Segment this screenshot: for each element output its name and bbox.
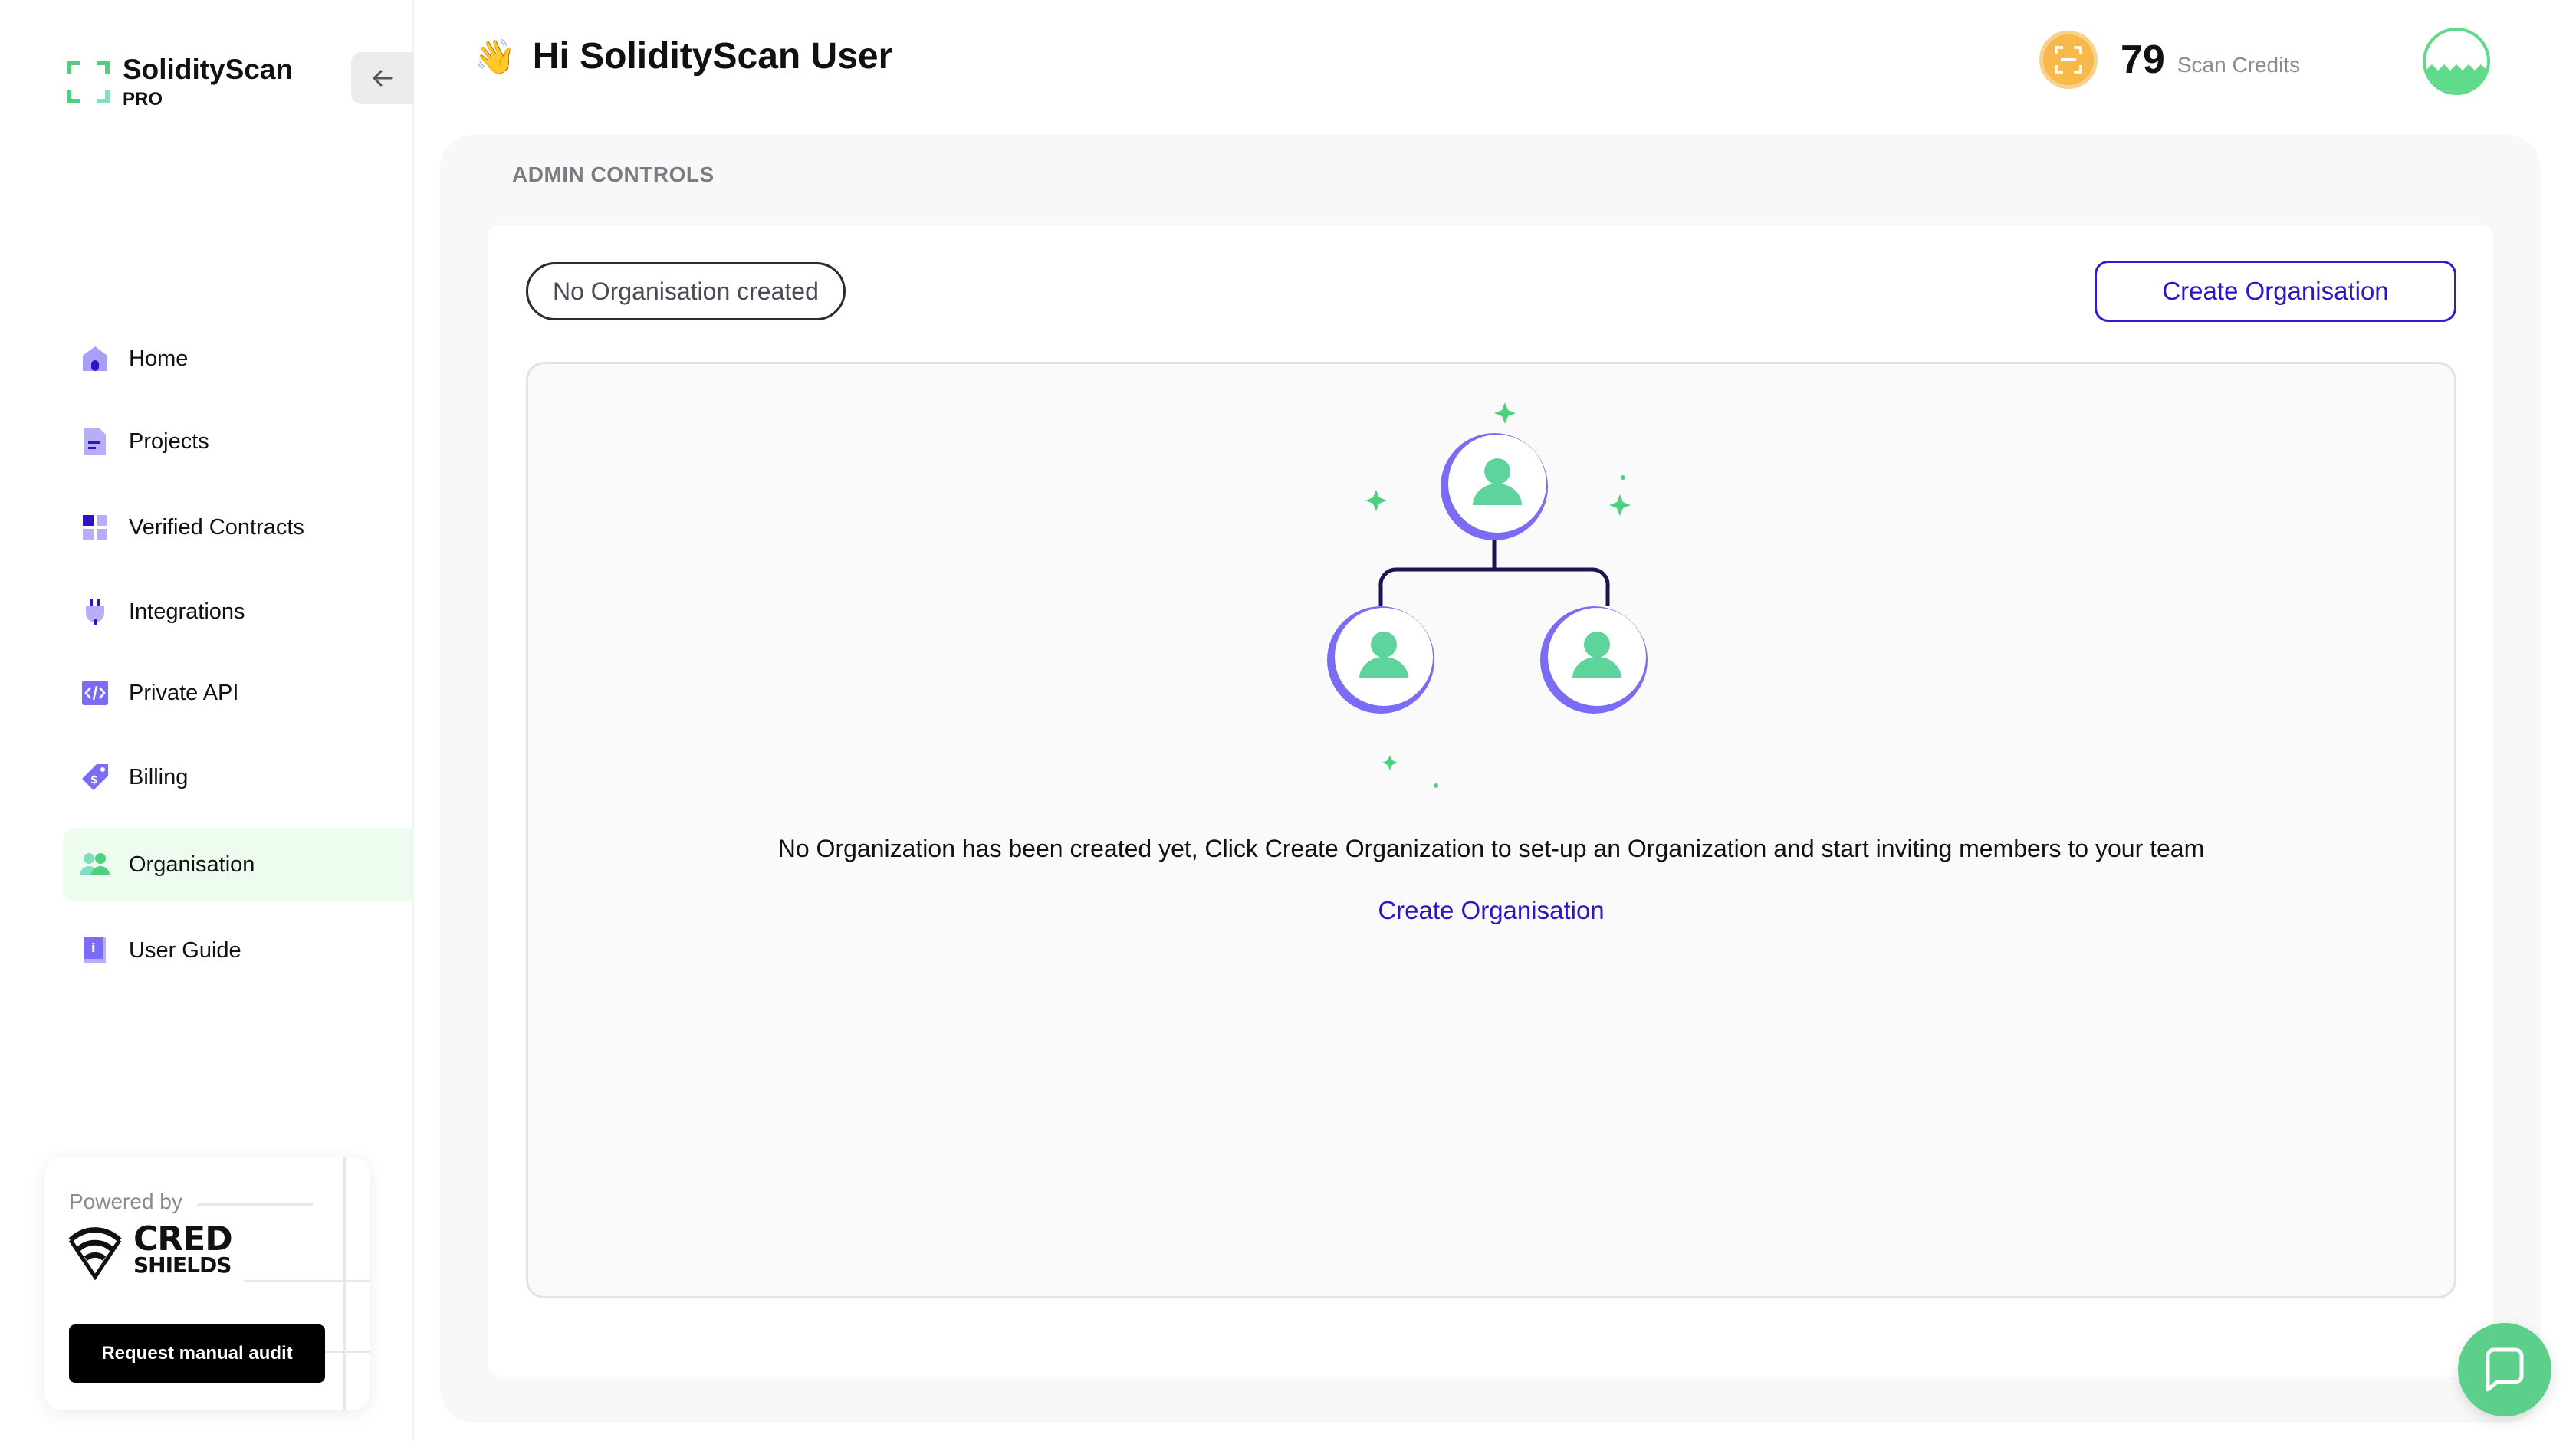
sidebar-item-private-api[interactable]: Private API: [63, 656, 414, 730]
decorative-line: [244, 1280, 370, 1282]
plug-icon: [78, 595, 112, 629]
team-icon: [78, 848, 112, 881]
svg-text:i: i: [91, 940, 95, 955]
shield-wifi-icon: [68, 1227, 122, 1280]
sidebar-item-label: Home: [129, 346, 189, 371]
scan-credits: 79 Scan Credits: [2039, 31, 2300, 89]
brand-title: SolidityScan: [123, 54, 294, 85]
sidebar-item-label: Organisation: [129, 852, 255, 877]
decorative-line: [198, 1203, 313, 1206]
organisation-status-badge: No Organisation created: [526, 262, 846, 320]
credshields-wordmark-line2: SHIELDS: [133, 1252, 232, 1278]
sidebar-item-billing[interactable]: $ Billing: [63, 740, 414, 814]
empty-state: No Organization has been created yet, Cl…: [526, 362, 2456, 1298]
credshields-logo: CRED SHIELDS: [67, 1219, 233, 1280]
brand-plan: PRO: [123, 89, 163, 110]
greeting-header: 👋 Hi SolidityScan User: [474, 35, 892, 77]
svg-text:$: $: [90, 774, 98, 786]
organisation-card: No Organisation created Create Organisat…: [488, 225, 2493, 1377]
organisation-tree-icon: [1327, 402, 1648, 788]
sidebar-item-verified-contracts[interactable]: Verified Contracts: [63, 491, 414, 564]
chat-support-button[interactable]: [2458, 1323, 2551, 1416]
book-icon: i: [78, 934, 112, 967]
sidebar-item-label: Billing: [129, 764, 189, 789]
solidityscan-logo-icon: [66, 60, 110, 104]
chat-bubble-icon: [2486, 1347, 2524, 1392]
create-organisation-link[interactable]: Create Organisation: [528, 896, 2454, 925]
powered-by-label: Powered by: [69, 1190, 182, 1213]
arrow-left-icon: [373, 70, 393, 87]
sidebar-item-projects[interactable]: Projects: [63, 405, 414, 478]
sidebar: SolidityScan PRO Home Projects Verified …: [0, 0, 414, 1441]
collapse-sidebar-button[interactable]: [351, 52, 414, 104]
scan-credits-value: 79: [2121, 38, 2165, 82]
credshields-wordmark-line1: CRED: [133, 1219, 233, 1259]
powered-by-card: Powered by CRED SHIELDS Request manual a…: [44, 1157, 370, 1410]
grid-icon: [78, 510, 112, 544]
sidebar-item-label: Projects: [129, 428, 209, 454]
request-manual-audit-button[interactable]: Request manual audit: [69, 1324, 325, 1383]
sidebar-item-organisation[interactable]: Organisation: [63, 828, 414, 901]
sidebar-item-label: Integrations: [129, 599, 245, 624]
avatar[interactable]: [2423, 28, 2490, 95]
create-organisation-button[interactable]: Create Organisation: [2095, 261, 2456, 322]
sidebar-item-label: Verified Contracts: [129, 514, 304, 540]
code-icon: [78, 676, 112, 710]
sidebar-item-label: User Guide: [129, 937, 242, 963]
app-root: SolidityScan PRO Home Projects Verified …: [0, 0, 2576, 1441]
brand-logo[interactable]: SolidityScan PRO: [66, 54, 293, 110]
sidebar-item-user-guide[interactable]: i User Guide: [63, 914, 414, 987]
page-title: Hi SolidityScan User: [532, 36, 893, 77]
scan-credits-label: Scan Credits: [2177, 53, 2301, 77]
waving-hand-icon: 👋: [474, 38, 516, 76]
document-icon: [78, 425, 112, 458]
sidebar-item-home[interactable]: Home: [63, 322, 414, 396]
section-label: ADMIN CONTROLS: [512, 162, 715, 186]
tag-icon: $: [78, 760, 112, 794]
sidebar-item-label: Private API: [129, 680, 239, 705]
main-panel: ADMIN CONTROLS No Organisation created C…: [440, 135, 2541, 1423]
decorative-line: [343, 1157, 346, 1410]
empty-state-message: No Organization has been created yet, Cl…: [777, 835, 2205, 862]
sidebar-item-integrations[interactable]: Integrations: [63, 575, 414, 648]
scan-coin-icon: [2039, 31, 2098, 89]
home-icon: [78, 342, 112, 376]
